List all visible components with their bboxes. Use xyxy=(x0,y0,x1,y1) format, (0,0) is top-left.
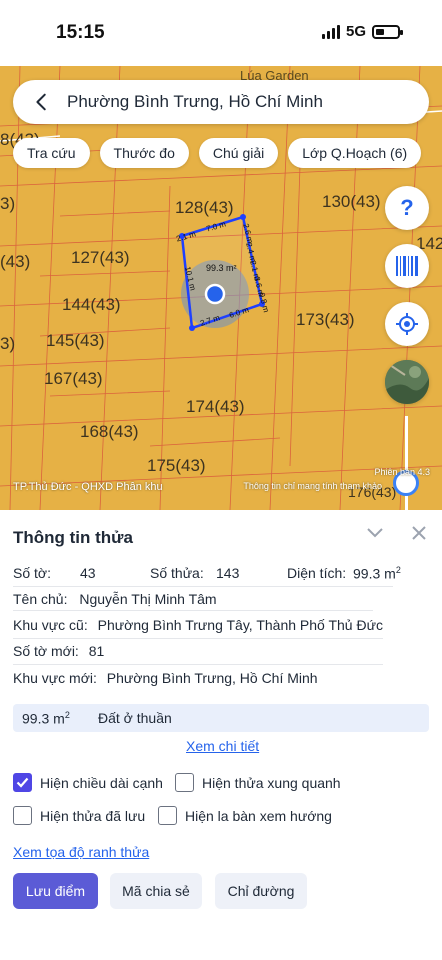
check-icon xyxy=(16,777,29,788)
app-version: Phiên bản 4.3 xyxy=(374,467,430,477)
land-use-type: Đất ở thuần xyxy=(98,710,172,726)
divider xyxy=(13,586,393,587)
directions-button[interactable]: Chỉ đường xyxy=(215,873,307,909)
chevron-down-icon[interactable] xyxy=(366,526,384,540)
crosshair-icon xyxy=(396,313,418,335)
sheet-number-value: 43 xyxy=(80,565,96,581)
new-area-label: Khu vực mới: xyxy=(13,670,97,686)
save-point-button[interactable]: Lưu điểm xyxy=(13,873,98,909)
status-bar: 15:15 5G xyxy=(0,0,442,66)
area-label: Diện tích: xyxy=(287,565,347,581)
map-chip-bar: Tra cứu Thước đo Chú giải Lớp Q.Hoạch (6… xyxy=(13,138,422,168)
chip-legend[interactable]: Chú giải xyxy=(198,138,279,168)
map-source-label: TP.Thủ Đức - QHXD Phân khu xyxy=(13,481,163,493)
option-show-saved[interactable]: Hiện thửa đã lưu xyxy=(13,806,145,825)
owner-label: Tên chủ: xyxy=(13,591,68,607)
option-show-edge-length[interactable]: Hiện chiều dài cạnh xyxy=(13,773,163,792)
sheet-number-label: Số tờ: xyxy=(13,565,51,581)
sheet-row-numbers: Số tờ: 43 Số thửa: 143 Diện tích: 99.3 m… xyxy=(13,565,401,582)
divider xyxy=(13,610,373,611)
owner-value: Nguyễn Thị Minh Tâm xyxy=(79,591,217,607)
area-value: 99.3 m2 xyxy=(353,565,401,582)
option-show-surrounding[interactable]: Hiện thửa xung quanh xyxy=(175,773,341,792)
parcel-label: 174(43) xyxy=(186,397,245,416)
barcode-button[interactable] xyxy=(385,244,429,288)
chip-lookup[interactable]: Tra cứu xyxy=(13,138,90,168)
locate-button[interactable] xyxy=(385,302,429,346)
view-coordinates-link[interactable]: Xem tọa độ ranh thửa xyxy=(13,844,149,860)
parcel-number-label: Số thửa: xyxy=(150,565,204,581)
parcel-label: 175(43) xyxy=(147,456,206,475)
parcel-label: (43) xyxy=(0,252,31,271)
barcode-icon xyxy=(396,256,418,276)
old-area-label: Khu vực cũ: xyxy=(13,617,88,633)
divider xyxy=(13,664,383,665)
parcel-label: 3) xyxy=(0,194,16,213)
new-area-value: Phường Bình Trưng, Hồ Chí Minh xyxy=(106,670,318,686)
option-label: Hiện thửa xung quanh xyxy=(202,774,341,791)
help-icon: ? xyxy=(400,195,414,220)
share-code-button[interactable]: Mã chia sẻ xyxy=(110,873,202,909)
satellite-layer-button[interactable] xyxy=(385,360,429,404)
old-area-row: Khu vực cũ: Phường Bình Trưng Tây, Thành… xyxy=(13,617,383,633)
parcel-label: 144(43) xyxy=(62,295,121,314)
parcel-info-sheet: Thông tin thửa Số tờ: 43 Số thửa: 143 Di… xyxy=(0,510,442,960)
parcel-number-value: 143 xyxy=(216,565,240,581)
search-bar[interactable]: Phường Bình Trưng, Hồ Chí Minh xyxy=(13,80,429,124)
land-use-box: 99.3 m2 Đất ở thuần xyxy=(13,704,429,732)
checkbox-checked[interactable] xyxy=(13,773,32,792)
status-time: 15:15 xyxy=(56,22,105,43)
parcel-area: 99.3 m² xyxy=(206,263,237,273)
parcel-label: 145(43) xyxy=(46,331,105,350)
close-icon[interactable] xyxy=(412,526,426,540)
parcel-label: 3) xyxy=(0,334,16,353)
owner-row: Tên chủ: Nguyễn Thị Minh Tâm xyxy=(13,591,217,607)
old-area-value: Phường Bình Trưng Tây, Thành Phố Thủ Đức xyxy=(97,617,383,633)
map-disclaimer: Thông tin chỉ mang tính tham khảo xyxy=(243,481,382,491)
view-details-link[interactable]: Xem chi tiết xyxy=(186,738,259,754)
sheet-title: Thông tin thửa xyxy=(13,528,133,547)
checkbox[interactable] xyxy=(13,806,32,825)
option-show-compass[interactable]: Hiện la bàn xem hướng xyxy=(158,806,332,825)
new-sheet-label: Số tờ mới: xyxy=(13,643,79,659)
new-area-row: Khu vực mới: Phường Bình Trưng, Hồ Chí M… xyxy=(13,670,318,686)
option-label: Hiện chiều dài cạnh xyxy=(40,774,163,791)
option-label: Hiện la bàn xem hướng xyxy=(185,807,332,824)
chip-planning-layers[interactable]: Lớp Q.Hoạch (6) xyxy=(288,138,422,168)
signal-icon xyxy=(321,24,340,39)
map-view[interactable]: 128(43) 130(43) 127(43) 144(43) 173(43) … xyxy=(0,66,442,510)
back-icon[interactable] xyxy=(31,91,53,113)
search-query[interactable]: Phường Bình Trưng, Hồ Chí Minh xyxy=(67,92,323,112)
chip-ruler[interactable]: Thước đo xyxy=(99,138,189,168)
parcel-label: 173(43) xyxy=(296,310,355,329)
new-sheet-value: 81 xyxy=(88,643,105,659)
parcel-label: 130(43) xyxy=(322,192,381,211)
parcel-label: 128(43) xyxy=(175,198,234,217)
parcel-label: 168(43) xyxy=(80,422,139,441)
satellite-thumbnail-icon xyxy=(385,360,429,404)
parcel-label: 127(43) xyxy=(71,248,130,267)
option-label: Hiện thửa đã lưu xyxy=(40,807,146,824)
parcel-label: 167(43) xyxy=(44,369,103,388)
land-use-area: 99.3 m2 xyxy=(22,710,70,727)
checkbox[interactable] xyxy=(175,773,194,792)
divider xyxy=(13,638,383,639)
network-label: 5G xyxy=(345,23,366,40)
battery-icon xyxy=(372,24,403,39)
map-parcel-lines xyxy=(0,66,442,510)
help-button[interactable]: ? xyxy=(385,186,429,230)
new-sheet-row: Số tờ mới: 81 xyxy=(13,643,104,659)
status-network: 5G xyxy=(321,23,403,40)
checkbox[interactable] xyxy=(158,806,177,825)
